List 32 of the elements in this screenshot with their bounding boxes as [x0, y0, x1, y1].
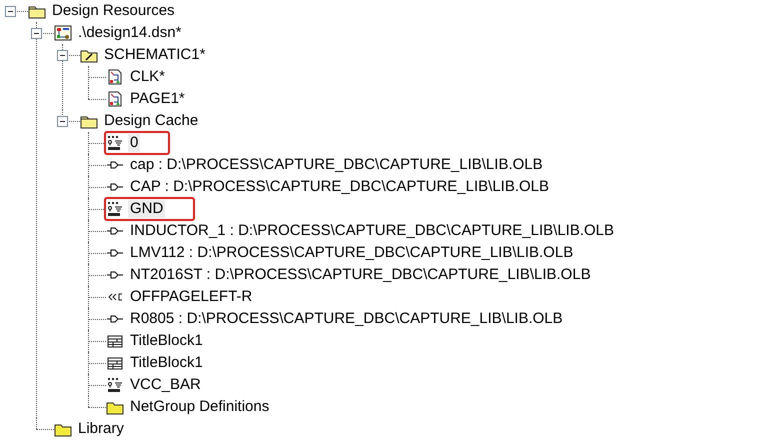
tree-item-label[interactable]: cap : D:\PROCESS\CAPTURE_DBC\CAPTURE_LIB\LIB.OLB — [128, 156, 545, 174]
power-ground-icon — [106, 201, 124, 217]
schematic-file-icon — [54, 25, 72, 41]
tree-item-label[interactable]: OFFPAGELEFT-R — [128, 288, 254, 306]
tree-item-label[interactable]: CLK* — [128, 68, 168, 86]
tree-item-label[interactable]: TitleBlock1 — [128, 354, 205, 372]
title-block-icon — [106, 333, 124, 349]
tree-item-label[interactable]: LMV112 : D:\PROCESS\CAPTURE_DBC\CAPTURE_LIB\LIB.OLB — [128, 244, 576, 262]
page-icon — [106, 91, 124, 107]
tree-item-label[interactable]: R0805 : D:\PROCESS\CAPTURE_DBC\CAPTURE_LIB\LIB.OLB — [128, 310, 565, 328]
expander-button[interactable] — [57, 116, 68, 127]
tree-item-label[interactable]: .\design14.dsn* — [76, 24, 184, 42]
tree-item-label[interactable]: INDUCTOR_1 : D:\PROCESS\CAPTURE_DBC\CAPTURE_LIB\LIB.OLB — [128, 222, 616, 240]
tree-item-label[interactable]: TitleBlock1 — [128, 332, 205, 350]
expander-button[interactable] — [57, 50, 68, 61]
expander-button[interactable] — [31, 28, 42, 39]
page-icon — [106, 69, 124, 85]
power-ground-icon — [106, 377, 124, 393]
tree-item-label[interactable]: Library — [76, 420, 126, 438]
power-ground-icon — [106, 135, 124, 151]
title-block-icon — [106, 355, 124, 371]
tree-item-label[interactable]: Design Resources — [50, 2, 177, 20]
tree-item-label[interactable]: SCHEMATIC1* — [102, 46, 208, 64]
tree-item-label[interactable]: GND — [128, 200, 166, 218]
tree-item-label[interactable]: PAGE1* — [128, 90, 187, 108]
tree-item-label[interactable]: 0 — [128, 134, 140, 152]
tree-item-label[interactable]: NT2016ST : D:\PROCESS\CAPTURE_DBC\CAPTURE_LIB\LIB.OLB — [128, 266, 593, 284]
tree-item-label[interactable]: Design Cache — [102, 112, 200, 130]
tree-item-label[interactable]: VCC_BAR — [128, 376, 203, 394]
tree-item-label[interactable]: NetGroup Definitions — [128, 398, 272, 416]
tree-item-label[interactable]: CAP : D:\PROCESS\CAPTURE_DBC\CAPTURE_LIB\LIB.OLB — [128, 178, 552, 196]
expander-button[interactable] — [5, 6, 16, 17]
